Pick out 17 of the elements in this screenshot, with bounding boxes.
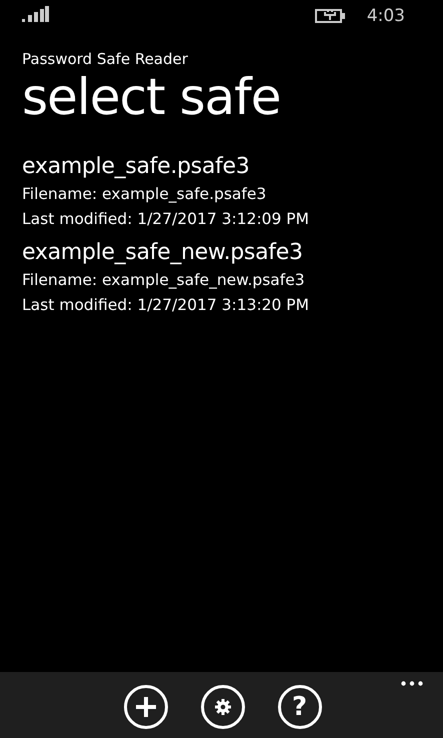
page-title: select safe (22, 67, 282, 128)
clock-time: 4:03 (366, 6, 405, 26)
help-button[interactable]: ? (278, 685, 322, 729)
battery-icon (314, 9, 345, 23)
safe-filename: Filename: example_safe_new.psafe3 (22, 270, 306, 291)
safe-name[interactable]: example_safe.psafe3 (22, 152, 443, 182)
safe-filename: Filename: example_safe.psafe3 (22, 184, 268, 205)
settings-button[interactable] (200, 685, 244, 729)
settings-icon (214, 699, 230, 715)
safe-modified-date: Last modified: 1/27/2017 3:13:20 PM (22, 295, 310, 316)
signal-icon (22, 6, 49, 22)
app-title: Password Safe Reader (22, 50, 189, 68)
safe-modified-date: Last modified: 1/27/2017 3:12:09 PM (22, 209, 310, 230)
more-icon[interactable] (401, 681, 423, 686)
safe-name[interactable]: example_safe_new.psafe3 (22, 238, 443, 268)
add-button[interactable] (124, 685, 168, 729)
plus-icon (134, 696, 156, 718)
